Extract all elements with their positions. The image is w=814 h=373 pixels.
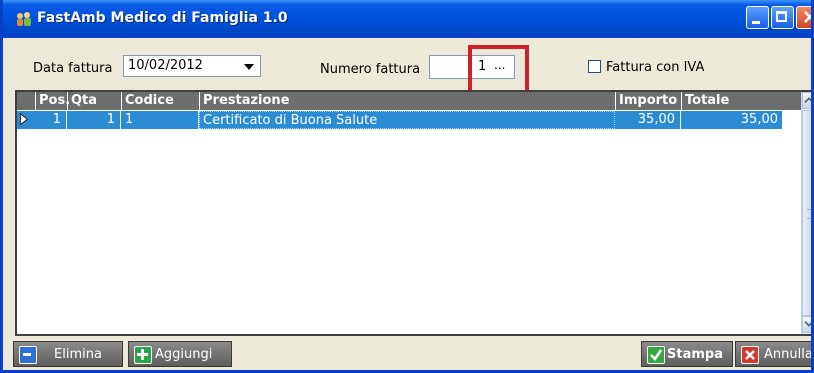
thumb-grip-icon bbox=[807, 209, 811, 219]
stampa-button[interactable]: Stampa bbox=[641, 341, 733, 367]
numero-fattura-label: Numero fattura bbox=[320, 62, 421, 77]
col-header-importo[interactable]: Importo bbox=[615, 92, 681, 110]
highlight-box bbox=[468, 45, 529, 96]
cell-codice[interactable]: 1 bbox=[121, 111, 199, 129]
table-row[interactable]: 1 1 1 Certificato di Buona Salute 35,00 … bbox=[17, 111, 801, 129]
data-fattura-dropdown[interactable]: 10/02/2012 bbox=[123, 55, 261, 77]
maximize-icon bbox=[776, 11, 787, 22]
col-header-qta[interactable]: Qta bbox=[67, 92, 121, 110]
checkmark-icon bbox=[647, 346, 665, 364]
chevron-up-icon bbox=[804, 97, 811, 103]
close-button[interactable] bbox=[796, 6, 811, 29]
scroll-up-button[interactable] bbox=[802, 92, 811, 109]
cell-qta[interactable]: 1 bbox=[67, 111, 121, 129]
annulla-button[interactable]: Annulla bbox=[735, 341, 813, 367]
minimize-icon bbox=[752, 21, 760, 24]
grid-header: Pos. Qta Codice Prestazione Importo Tota… bbox=[17, 92, 801, 110]
data-fattura-label: Data fattura bbox=[33, 61, 113, 76]
vertical-scrollbar[interactable] bbox=[801, 92, 811, 334]
annulla-label: Annulla bbox=[764, 347, 813, 362]
row-indicator bbox=[17, 111, 35, 129]
col-header-pos[interactable]: Pos. bbox=[35, 92, 70, 110]
scroll-down-button[interactable] bbox=[802, 316, 811, 333]
col-header-codice[interactable]: Codice bbox=[121, 92, 199, 110]
maximize-button[interactable] bbox=[771, 6, 794, 29]
cell-totale[interactable]: 35,00 bbox=[681, 111, 783, 129]
data-fattura-value: 10/02/2012 bbox=[128, 58, 203, 73]
elimina-button[interactable]: Elimina bbox=[13, 341, 123, 367]
fattura-con-iva-checkbox[interactable] bbox=[588, 60, 601, 73]
col-header-prestazione[interactable]: Prestazione bbox=[199, 92, 615, 110]
close-icon bbox=[804, 11, 811, 23]
col-header-totale[interactable]: Totale bbox=[681, 92, 783, 110]
aggiungi-label: Aggiungi bbox=[155, 347, 213, 362]
window-title: FastAmb Medico di Famiglia 1.0 bbox=[37, 10, 288, 26]
minimize-button[interactable] bbox=[746, 6, 769, 29]
cell-importo[interactable]: 35,00 bbox=[615, 111, 681, 129]
app-window: FastAmb Medico di Famiglia 1.0 Data fatt… bbox=[0, 0, 814, 373]
scrollbar-thumb[interactable] bbox=[802, 110, 811, 316]
elimina-label: Elimina bbox=[54, 347, 102, 362]
aggiungi-button[interactable]: Aggiungi bbox=[128, 341, 232, 367]
people-icon bbox=[17, 12, 31, 26]
row-indicator-header bbox=[17, 92, 35, 110]
row-pointer-icon bbox=[19, 112, 28, 126]
minus-icon bbox=[19, 346, 37, 364]
stampa-label: Stampa bbox=[667, 347, 723, 362]
invoice-grid[interactable]: Pos. Qta Codice Prestazione Importo Tota… bbox=[15, 90, 811, 336]
title-bar[interactable]: FastAmb Medico di Famiglia 1.0 bbox=[3, 0, 811, 38]
chevron-down-icon bbox=[804, 321, 811, 327]
plus-icon bbox=[134, 346, 152, 364]
cell-pos[interactable]: 1 bbox=[35, 111, 67, 129]
dropdown-arrow-icon[interactable] bbox=[244, 64, 254, 70]
cancel-icon bbox=[741, 346, 759, 364]
cell-prestazione[interactable]: Certificato di Buona Salute bbox=[199, 111, 615, 129]
fattura-con-iva-label: Fattura con IVA bbox=[606, 60, 705, 75]
